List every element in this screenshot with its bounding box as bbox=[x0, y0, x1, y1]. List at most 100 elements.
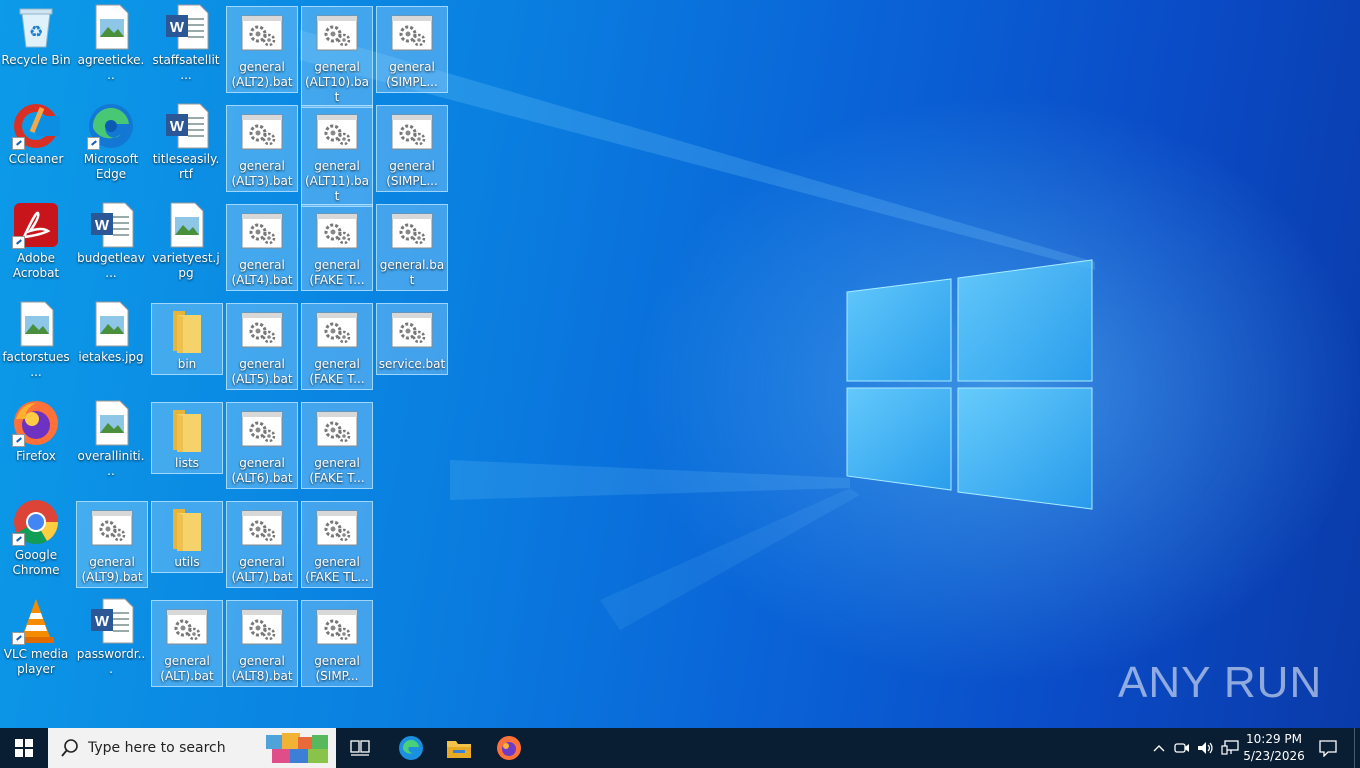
desktop-icon[interactable]: general (ALT10).bat bbox=[301, 6, 373, 108]
taskbar-clock[interactable]: 10:29 PM 5/23/2026 bbox=[1236, 731, 1312, 765]
shortcut-arrow-icon bbox=[12, 137, 25, 150]
desktop-icon-label: bin bbox=[177, 357, 197, 371]
desktop-icon-label: passwordr... bbox=[76, 647, 146, 676]
desktop-icon-label: ietakes.jpg bbox=[78, 350, 144, 364]
meet-now-button[interactable] bbox=[1172, 728, 1192, 768]
batch-file-icon bbox=[166, 609, 208, 645]
desktop-icon-label: overalliniti... bbox=[77, 449, 145, 478]
desktop-icon-image: W bbox=[162, 3, 210, 51]
desktop-icon[interactable]: bin bbox=[151, 303, 223, 375]
desktop-icon-label: general.bat bbox=[379, 258, 445, 287]
desktop-icon[interactable]: general (ALT2).bat bbox=[226, 6, 298, 93]
desktop-icon[interactable]: general (ALT8).bat bbox=[226, 600, 298, 687]
desktop-icon[interactable]: general (FAKE T... bbox=[301, 204, 373, 291]
desktop-icon[interactable]: general (FAKE T... bbox=[301, 303, 373, 390]
desktop-icon[interactable]: Wpasswordr... bbox=[75, 594, 147, 679]
folder-icon bbox=[173, 509, 201, 551]
batch-file-icon bbox=[241, 411, 283, 447]
svg-text:W: W bbox=[170, 19, 185, 36]
desktop-icon[interactable]: general (SIMPL... bbox=[376, 105, 448, 192]
desktop-icon-image bbox=[388, 208, 436, 256]
desktop-icon-label: general (SIMP... bbox=[314, 654, 360, 683]
desktop-icon[interactable]: CCleaner bbox=[0, 99, 72, 169]
desktop-icon[interactable]: general (ALT4).bat bbox=[226, 204, 298, 291]
desktop-icon[interactable]: Wtitleseasily.rtf bbox=[150, 99, 222, 184]
desktop-icon-label: varietyest.jpg bbox=[152, 251, 220, 280]
desktop-icon[interactable]: general (SIMPL... bbox=[376, 6, 448, 93]
desktop-icon[interactable]: overalliniti... bbox=[75, 396, 147, 481]
taskbar-file-explorer-button[interactable] bbox=[435, 728, 483, 768]
desktop-icon[interactable]: general (ALT9).bat bbox=[76, 501, 148, 588]
batch-file-icon bbox=[241, 15, 283, 51]
meet-now-icon bbox=[1174, 743, 1189, 753]
desktop-icon[interactable]: Firefox bbox=[0, 396, 72, 466]
volume-button[interactable] bbox=[1196, 728, 1216, 768]
action-center-button[interactable] bbox=[1312, 728, 1344, 768]
show-hidden-icons-button[interactable] bbox=[1150, 728, 1168, 768]
desktop-icon-image bbox=[313, 109, 361, 157]
desktop-icon-label: CCleaner bbox=[8, 152, 64, 166]
desktop-icon-image bbox=[12, 498, 60, 546]
desktop-icon-label: service.bat bbox=[378, 357, 446, 371]
desktop-icon[interactable]: general (ALT5).bat bbox=[226, 303, 298, 390]
desktop-icon[interactable]: ♻ Recycle Bin bbox=[0, 0, 72, 70]
desktop-icon[interactable]: general (ALT3).bat bbox=[226, 105, 298, 192]
taskbar-search-box[interactable]: Type here to search bbox=[48, 728, 336, 768]
desktop-icon[interactable]: varietyest.jpg bbox=[150, 198, 222, 283]
desktop-icon-image bbox=[163, 505, 211, 553]
shortcut-arrow-icon bbox=[12, 632, 25, 645]
clock-date: 5/23/2026 bbox=[1243, 749, 1305, 763]
desktop-icon[interactable]: general (ALT6).bat bbox=[226, 402, 298, 489]
start-button[interactable] bbox=[0, 728, 48, 768]
desktop-icon-label: general (FAKE T... bbox=[309, 357, 365, 386]
desktop-icon[interactable]: agreeticke... bbox=[75, 0, 147, 85]
desktop-icon[interactable]: Google Chrome bbox=[0, 495, 72, 580]
windows-start-icon bbox=[15, 739, 33, 757]
desktop-icon[interactable]: Microsoft Edge bbox=[75, 99, 147, 184]
desktop-icon[interactable]: service.bat bbox=[376, 303, 448, 375]
taskbar-firefox-button[interactable] bbox=[485, 728, 533, 768]
desktop-icon-label: general (ALT9).bat bbox=[81, 555, 143, 584]
desktop-icon[interactable]: VLC media player bbox=[0, 594, 72, 679]
recycle-bin-icon: ♻ bbox=[19, 8, 53, 48]
desktop-icon-image bbox=[12, 102, 60, 150]
desktop-icon[interactable]: general (ALT11).bat bbox=[301, 105, 373, 207]
desktop-icon-image bbox=[313, 505, 361, 553]
image-file-icon bbox=[95, 400, 129, 446]
taskbar-edge-button[interactable] bbox=[387, 728, 435, 768]
desktop-icon[interactable]: general (FAKE TL... bbox=[301, 501, 373, 588]
desktop-icon[interactable]: general (FAKE T... bbox=[301, 402, 373, 489]
chevron-up-icon bbox=[1153, 745, 1165, 752]
desktop-icon-image bbox=[162, 201, 210, 249]
desktop-icon[interactable]: general (ALT).bat bbox=[151, 600, 223, 687]
desktop-icon-label: Adobe Acrobat bbox=[12, 251, 60, 280]
batch-file-icon bbox=[391, 213, 433, 249]
task-view-button[interactable] bbox=[336, 728, 384, 768]
batch-file-icon bbox=[91, 510, 133, 546]
desktop-icon-label: general (SIMPL... bbox=[386, 159, 438, 188]
desktop-icon[interactable]: Wbudgetleav... bbox=[75, 198, 147, 283]
desktop-icon-label: general (ALT3).bat bbox=[231, 159, 293, 188]
edge-icon bbox=[399, 736, 423, 760]
desktop-icon[interactable]: Wstaffsatellit... bbox=[150, 0, 222, 85]
desktop-icon[interactable]: general (ALT7).bat bbox=[226, 501, 298, 588]
batch-file-icon bbox=[391, 114, 433, 150]
desktop-icon[interactable]: general.bat bbox=[376, 204, 448, 291]
show-desktop-button[interactable] bbox=[1354, 728, 1360, 768]
word-document-icon: W bbox=[166, 4, 209, 50]
desktop-icon[interactable]: Adobe Acrobat bbox=[0, 198, 72, 283]
desktop-icon[interactable]: ietakes.jpg bbox=[75, 297, 147, 367]
desktop-icon[interactable]: utils bbox=[151, 501, 223, 573]
desktop-icon-image bbox=[87, 102, 135, 150]
desktop-icon-label: general (FAKE T... bbox=[309, 258, 365, 287]
batch-file-icon bbox=[241, 312, 283, 348]
desktop-icon-label: Microsoft Edge bbox=[83, 152, 139, 181]
desktop-icon[interactable]: lists bbox=[151, 402, 223, 474]
desktop-icon-image: ♻ bbox=[12, 3, 60, 51]
image-file-icon bbox=[20, 301, 54, 347]
batch-file-icon bbox=[316, 213, 358, 249]
batch-file-icon bbox=[316, 609, 358, 645]
desktop-icon[interactable]: general (SIMP... bbox=[301, 600, 373, 687]
desktop-icon-label: factorstues... bbox=[2, 350, 70, 379]
desktop-icon[interactable]: factorstues... bbox=[0, 297, 72, 382]
